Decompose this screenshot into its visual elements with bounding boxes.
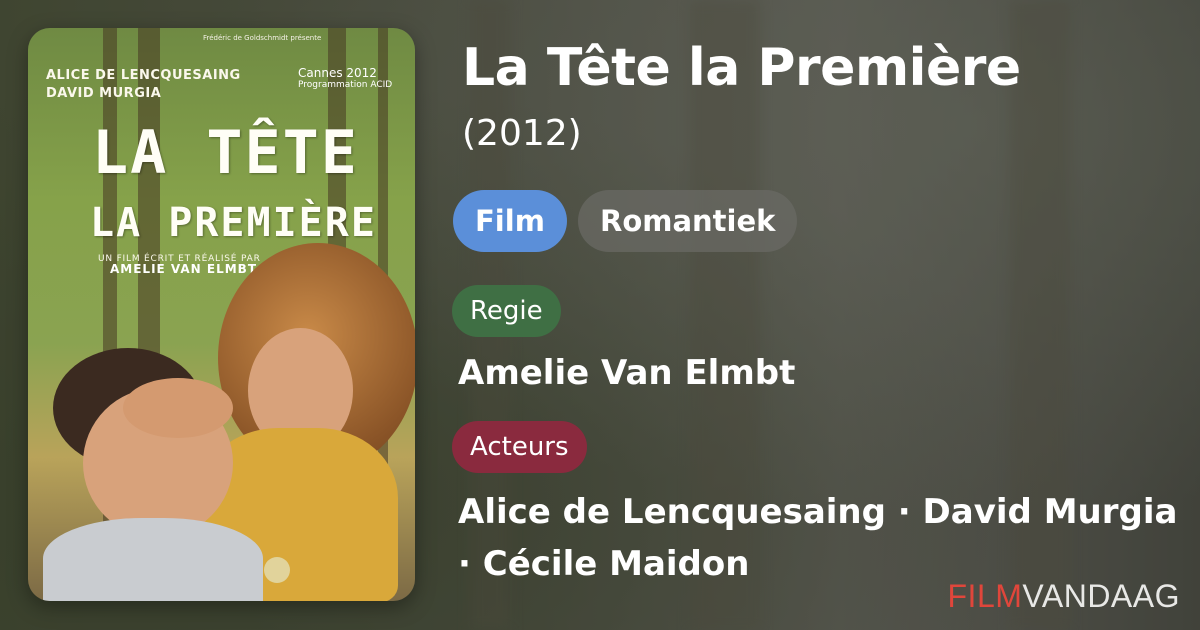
movie-poster[interactable]: Frédéric de Goldschmidt présente ALICE D…: [28, 28, 415, 601]
poster-actor-credit: DAVID MURGIA: [46, 86, 162, 101]
cast-line[interactable]: Alice de Lencquesaing · David Murgia: [458, 492, 1177, 532]
festival-name: Cannes 2012: [298, 66, 377, 80]
poster-presents: Frédéric de Goldschmidt présente: [203, 34, 322, 42]
type-tag[interactable]: Film: [453, 190, 567, 252]
poster-title-line2: LA PREMIÈRE: [90, 200, 377, 246]
poster-director: AMELIE VAN ELMBT: [110, 262, 258, 276]
cast-label: Acteurs: [452, 421, 587, 473]
release-year: (2012): [462, 113, 582, 154]
director-name[interactable]: Amelie Van Elmbt: [458, 353, 795, 393]
brand-part2: VANDAAG: [1022, 578, 1180, 614]
man-shirt: [43, 518, 263, 601]
poster-actor-credit: ALICE DE LENCQUESAING: [46, 68, 241, 83]
genre-tag[interactable]: Romantiek: [578, 190, 798, 252]
brand-part1: FILM: [947, 578, 1023, 614]
cast-line[interactable]: · Cécile Maidon: [458, 544, 749, 584]
director-label: Regie: [452, 285, 561, 337]
poster-logo: [264, 557, 290, 583]
cast-list: Alice de Lencquesaing · David Murgia · C…: [458, 486, 1178, 590]
festival-sub: Programmation ACID: [298, 80, 393, 90]
woman-hand: [123, 378, 233, 438]
poster-title-line1: LA TÊTE: [92, 118, 359, 188]
page-title: La Tête la Première: [462, 38, 1021, 98]
filmvandaag-logo[interactable]: FILMVANDAAG: [948, 578, 1181, 615]
festival-laurel: Cannes 2012 Programmation ACID: [298, 66, 398, 100]
